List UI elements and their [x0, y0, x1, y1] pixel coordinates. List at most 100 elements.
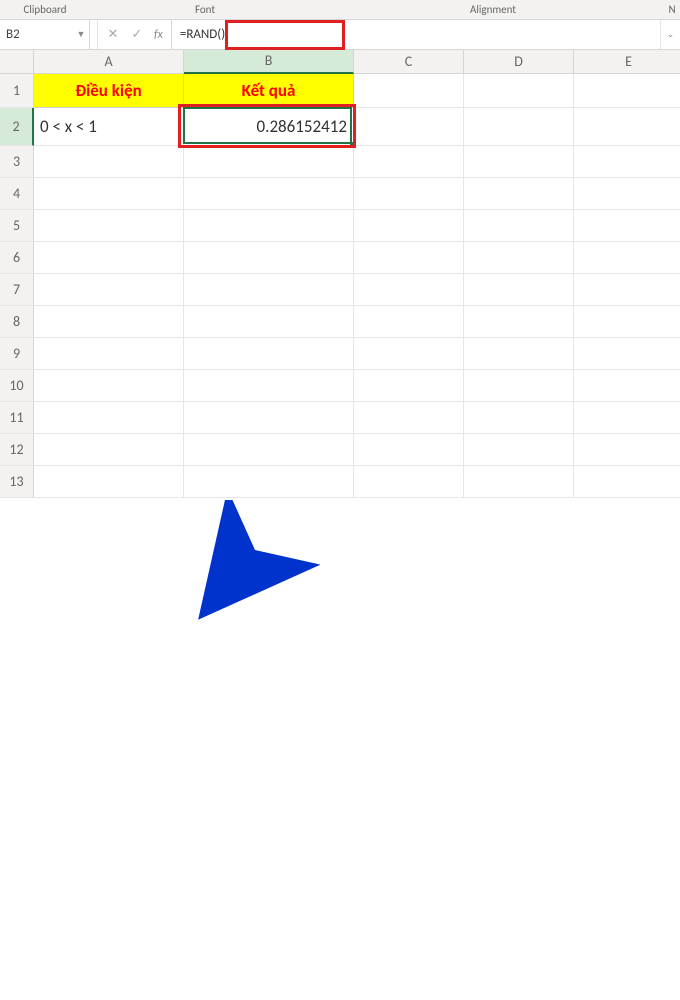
cell-E2[interactable] — [574, 108, 680, 146]
cell-B5[interactable] — [184, 210, 354, 242]
chevron-down-icon[interactable]: ⌄ — [660, 20, 680, 49]
row-header-4[interactable]: 4 — [0, 178, 34, 210]
column-headers: ABCDE — [34, 50, 680, 74]
cell-E1[interactable] — [574, 74, 680, 108]
accept-icon[interactable]: ✓ — [130, 27, 144, 42]
cell-E7[interactable] — [574, 274, 680, 306]
cell-D6[interactable] — [464, 242, 574, 274]
row-header-10[interactable]: 10 — [0, 370, 34, 402]
fx-icon[interactable]: fx — [154, 28, 163, 42]
cell-B6[interactable] — [184, 242, 354, 274]
cell-A4[interactable] — [34, 178, 184, 210]
cell-B13[interactable] — [184, 466, 354, 498]
cell-E10[interactable] — [574, 370, 680, 402]
cell-A11[interactable] — [34, 402, 184, 434]
cell-D7[interactable] — [464, 274, 574, 306]
cell-C12[interactable] — [354, 434, 464, 466]
name-box[interactable]: B2 ▼ — [0, 20, 90, 49]
column-header-D[interactable]: D — [464, 50, 574, 74]
formula-bar: B2 ▼ ✕ ✓ fx =RAND() ⌄ — [0, 20, 680, 50]
cell-D10[interactable] — [464, 370, 574, 402]
row-header-8[interactable]: 8 — [0, 306, 34, 338]
cell-B9[interactable] — [184, 338, 354, 370]
row-header-3[interactable]: 3 — [0, 146, 34, 178]
row-header-6[interactable]: 6 — [0, 242, 34, 274]
cell-C13[interactable] — [354, 466, 464, 498]
cell-B12[interactable] — [184, 434, 354, 466]
cell-E6[interactable] — [574, 242, 680, 274]
cell-B11[interactable] — [184, 402, 354, 434]
fill-handle[interactable] — [350, 142, 356, 148]
cell-D2[interactable] — [464, 108, 574, 146]
cell-A5[interactable] — [34, 210, 184, 242]
cell-A8[interactable] — [34, 306, 184, 338]
cell-D8[interactable] — [464, 306, 574, 338]
cell-A1[interactable]: Điều kiện — [34, 74, 184, 108]
cell-C1[interactable] — [354, 74, 464, 108]
cell-C8[interactable] — [354, 306, 464, 338]
cell-C9[interactable] — [354, 338, 464, 370]
cell-D13[interactable] — [464, 466, 574, 498]
column-header-B[interactable]: B — [184, 50, 354, 74]
cell-A13[interactable] — [34, 466, 184, 498]
cell-value: 0.286152412 — [257, 116, 347, 137]
row-header-1[interactable]: 1 — [0, 74, 34, 108]
cell-A6[interactable] — [34, 242, 184, 274]
row-header-5[interactable]: 5 — [0, 210, 34, 242]
cell-D4[interactable] — [464, 178, 574, 210]
cell-A3[interactable] — [34, 146, 184, 178]
cell-B2[interactable]: 0.286152412 — [184, 108, 354, 146]
cell-E4[interactable] — [574, 178, 680, 210]
cell-D12[interactable] — [464, 434, 574, 466]
cell-E3[interactable] — [574, 146, 680, 178]
cell-E11[interactable] — [574, 402, 680, 434]
cell-D1[interactable] — [464, 74, 574, 108]
row-header-13[interactable]: 13 — [0, 466, 34, 498]
cell-B4[interactable] — [184, 178, 354, 210]
cell-B10[interactable] — [184, 370, 354, 402]
cell-A2[interactable]: 0 < x < 1 — [34, 108, 184, 146]
row-header-9[interactable]: 9 — [0, 338, 34, 370]
cell-A7[interactable] — [34, 274, 184, 306]
cell-C4[interactable] — [354, 178, 464, 210]
cell-B7[interactable] — [184, 274, 354, 306]
row-headers: 12345678910111213 — [0, 74, 34, 498]
cell-E12[interactable] — [574, 434, 680, 466]
cell-C7[interactable] — [354, 274, 464, 306]
cell-B1[interactable]: Kết quả — [184, 74, 354, 108]
cell-E5[interactable] — [574, 210, 680, 242]
cell-B8[interactable] — [184, 306, 354, 338]
cell-E8[interactable] — [574, 306, 680, 338]
cell-D3[interactable] — [464, 146, 574, 178]
select-all-corner[interactable] — [0, 50, 34, 74]
cell-A12[interactable] — [34, 434, 184, 466]
cancel-icon[interactable]: ✕ — [106, 27, 120, 42]
ribbon-label-n: N — [666, 3, 680, 16]
cell-E9[interactable] — [574, 338, 680, 370]
formula-input[interactable]: =RAND() — [171, 20, 660, 49]
cell-value: 0 < x < 1 — [40, 116, 97, 137]
row-header-12[interactable]: 12 — [0, 434, 34, 466]
cell-C10[interactable] — [354, 370, 464, 402]
column-header-A[interactable]: A — [34, 50, 184, 74]
row-header-2[interactable]: 2 — [0, 108, 34, 146]
cell-C2[interactable] — [354, 108, 464, 146]
chevron-down-icon[interactable]: ▼ — [73, 29, 89, 40]
cell-B3[interactable] — [184, 146, 354, 178]
row-header-7[interactable]: 7 — [0, 274, 34, 306]
cell-D11[interactable] — [464, 402, 574, 434]
cell-A10[interactable] — [34, 370, 184, 402]
cell-value: Điều kiện — [75, 80, 142, 101]
cell-C6[interactable] — [354, 242, 464, 274]
cell-C11[interactable] — [354, 402, 464, 434]
column-header-E[interactable]: E — [574, 50, 680, 74]
cell-D9[interactable] — [464, 338, 574, 370]
column-header-C[interactable]: C — [354, 50, 464, 74]
row-header-11[interactable]: 11 — [0, 402, 34, 434]
cell-C3[interactable] — [354, 146, 464, 178]
cell-E13[interactable] — [574, 466, 680, 498]
cell-D5[interactable] — [464, 210, 574, 242]
cell-value: Kết quả — [242, 80, 296, 101]
cell-A9[interactable] — [34, 338, 184, 370]
cell-C5[interactable] — [354, 210, 464, 242]
